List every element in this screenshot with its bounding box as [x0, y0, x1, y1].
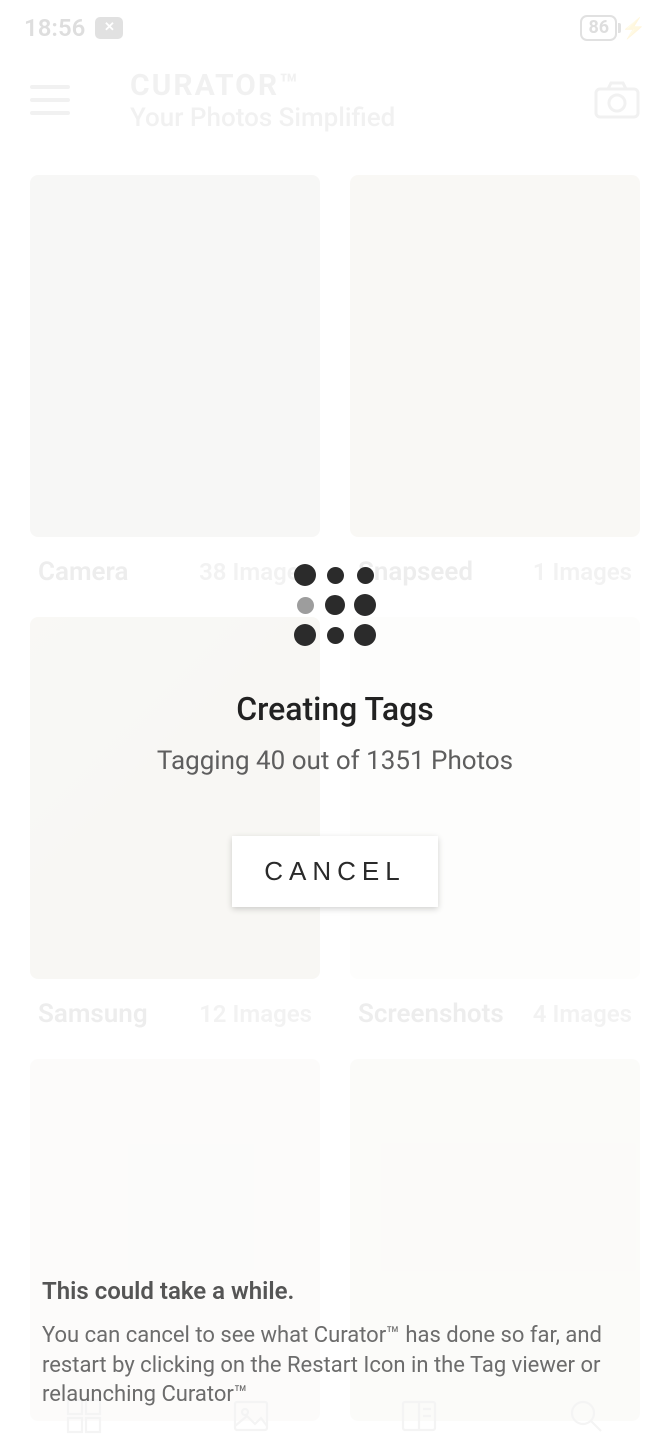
loading-spinner-icon: [20, 560, 650, 650]
info-body: You can cancel to see what Curator™ has …: [42, 1321, 628, 1410]
info-block: This could take a while. You can cancel …: [42, 1277, 628, 1410]
modal-title: Creating Tags: [20, 690, 650, 728]
cancel-button[interactable]: CANCEL: [232, 836, 437, 907]
info-heading: This could take a while.: [42, 1277, 628, 1305]
modal-progress-text: Tagging 40 out of 1351 Photos: [20, 746, 650, 776]
progress-modal: Creating Tags Tagging 40 out of 1351 Pho…: [0, 560, 670, 907]
